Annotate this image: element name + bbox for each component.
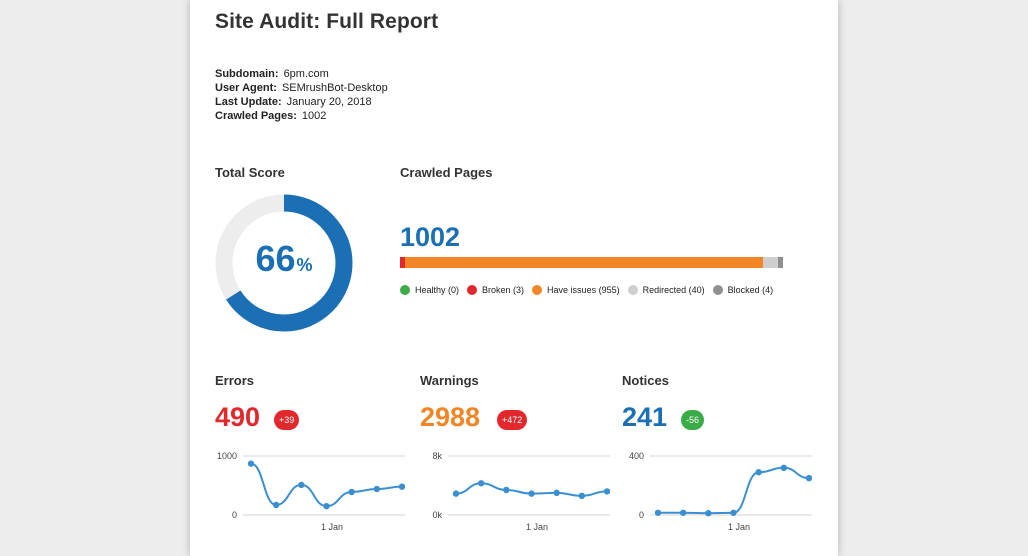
warnings-trend-chart: 8k 0k 1 Jan xyxy=(432,451,610,532)
notices-delta-badge: -56 xyxy=(681,410,705,430)
errors-count: 490 xyxy=(215,402,261,432)
bar-segment-redirected xyxy=(763,257,779,268)
meta-crawled-pages: Crawled Pages: 1002 xyxy=(215,110,326,122)
x-tick-label: 1 Jan xyxy=(728,522,750,532)
legend-label: Healthy (0) xyxy=(415,285,460,295)
crawled-pages-bar xyxy=(400,257,783,268)
data-point xyxy=(452,490,460,497)
score-number: 66 xyxy=(255,238,296,279)
data-point xyxy=(323,502,330,510)
data-point xyxy=(247,460,255,467)
notices-trend-chart: 400 0 1 Jan xyxy=(629,451,812,532)
errors-delta-badge: +39 xyxy=(274,410,300,430)
x-tick-label: 1 Jan xyxy=(321,522,343,532)
data-point xyxy=(603,488,610,495)
data-point xyxy=(780,464,788,471)
notices-heading: Notices xyxy=(622,373,669,388)
legend-item: Healthy (0) xyxy=(400,285,459,295)
data-point xyxy=(477,480,485,487)
data-point xyxy=(805,474,812,482)
bar-segment-have-issues xyxy=(404,257,764,268)
meta-value: January 20, 2018 xyxy=(286,96,372,108)
series-line xyxy=(657,466,810,515)
meta-label: Subdomain: xyxy=(215,68,279,80)
data-point xyxy=(654,509,662,516)
legend-item: Broken (3) xyxy=(467,285,524,295)
warnings-heading: Warnings xyxy=(420,373,479,388)
y-tick-label: 1000 xyxy=(217,451,237,461)
meta-last-update: Last Update: January 20, 2018 xyxy=(215,96,372,108)
meta-value: SEMrushBot-Desktop xyxy=(281,82,388,94)
legend-label: Have issues (955) xyxy=(547,285,620,295)
y-tick-label: 400 xyxy=(629,451,644,461)
errors-trend-chart: 1000 0 1 Jan xyxy=(217,451,405,532)
legend-dot xyxy=(532,285,543,295)
legend-item: Have issues (955) xyxy=(532,285,620,295)
data-point xyxy=(578,492,586,500)
series-line xyxy=(250,462,403,508)
data-point xyxy=(755,469,762,476)
y-tick-label: 8k xyxy=(432,451,442,461)
meta-value: 6pm.com xyxy=(283,68,329,80)
data-point xyxy=(679,509,687,516)
notices-count: 241 xyxy=(622,402,668,432)
legend-label: Blocked (4) xyxy=(727,285,774,295)
meta-label: Last Update: xyxy=(215,96,282,108)
legend-item: Blocked (4) xyxy=(712,285,774,295)
page-title: Site Audit: Full Report xyxy=(215,10,439,33)
data-point xyxy=(528,490,535,497)
data-point xyxy=(705,510,712,517)
meta-label: Crawled Pages: xyxy=(215,110,297,122)
crawled-pages-heading: Crawled Pages xyxy=(400,165,493,180)
legend-dot xyxy=(400,285,410,295)
meta-label: User Agent: xyxy=(215,82,277,94)
y-tick-label: 0k xyxy=(432,510,442,520)
legend-dot xyxy=(627,285,638,295)
legend-item: Redirected (40) xyxy=(627,285,705,295)
legend-dot xyxy=(712,285,723,295)
data-point xyxy=(398,483,405,490)
data-point xyxy=(298,481,305,489)
score-value: 66% xyxy=(215,238,353,280)
data-point xyxy=(503,486,510,494)
errors-heading: Errors xyxy=(215,373,255,388)
legend-label: Broken (3) xyxy=(482,285,525,295)
data-point xyxy=(553,489,560,497)
crawled-pages-legend: Healthy (0) Broken (3) Have issues (955) Re… xyxy=(400,285,781,295)
meta-value: 1002 xyxy=(301,110,327,122)
data-point xyxy=(348,488,355,496)
legend-dot xyxy=(467,285,478,295)
report-page: Site Audit: Full Report Subdomain: 6pm.co… xyxy=(190,0,838,556)
data-point xyxy=(272,501,280,509)
meta-subdomain: Subdomain: 6pm.com xyxy=(215,68,329,80)
warnings-delta-badge: +472 xyxy=(497,410,528,430)
total-score-heading: Total Score xyxy=(215,165,285,180)
legend-label: Redirected (40) xyxy=(642,285,705,295)
warnings-count: 2988 xyxy=(420,402,481,432)
meta-user-agent: User Agent: SEMrushBot-Desktop xyxy=(215,82,388,94)
data-point xyxy=(373,485,381,493)
y-tick-label: 0 xyxy=(639,510,644,520)
crawled-pages-total: 1002 xyxy=(400,222,461,252)
score-unit: % xyxy=(296,255,313,275)
y-tick-label: 0 xyxy=(232,510,237,520)
bar-segment-blocked xyxy=(778,257,783,268)
data-point xyxy=(730,509,737,516)
x-tick-label: 1 Jan xyxy=(526,522,548,532)
